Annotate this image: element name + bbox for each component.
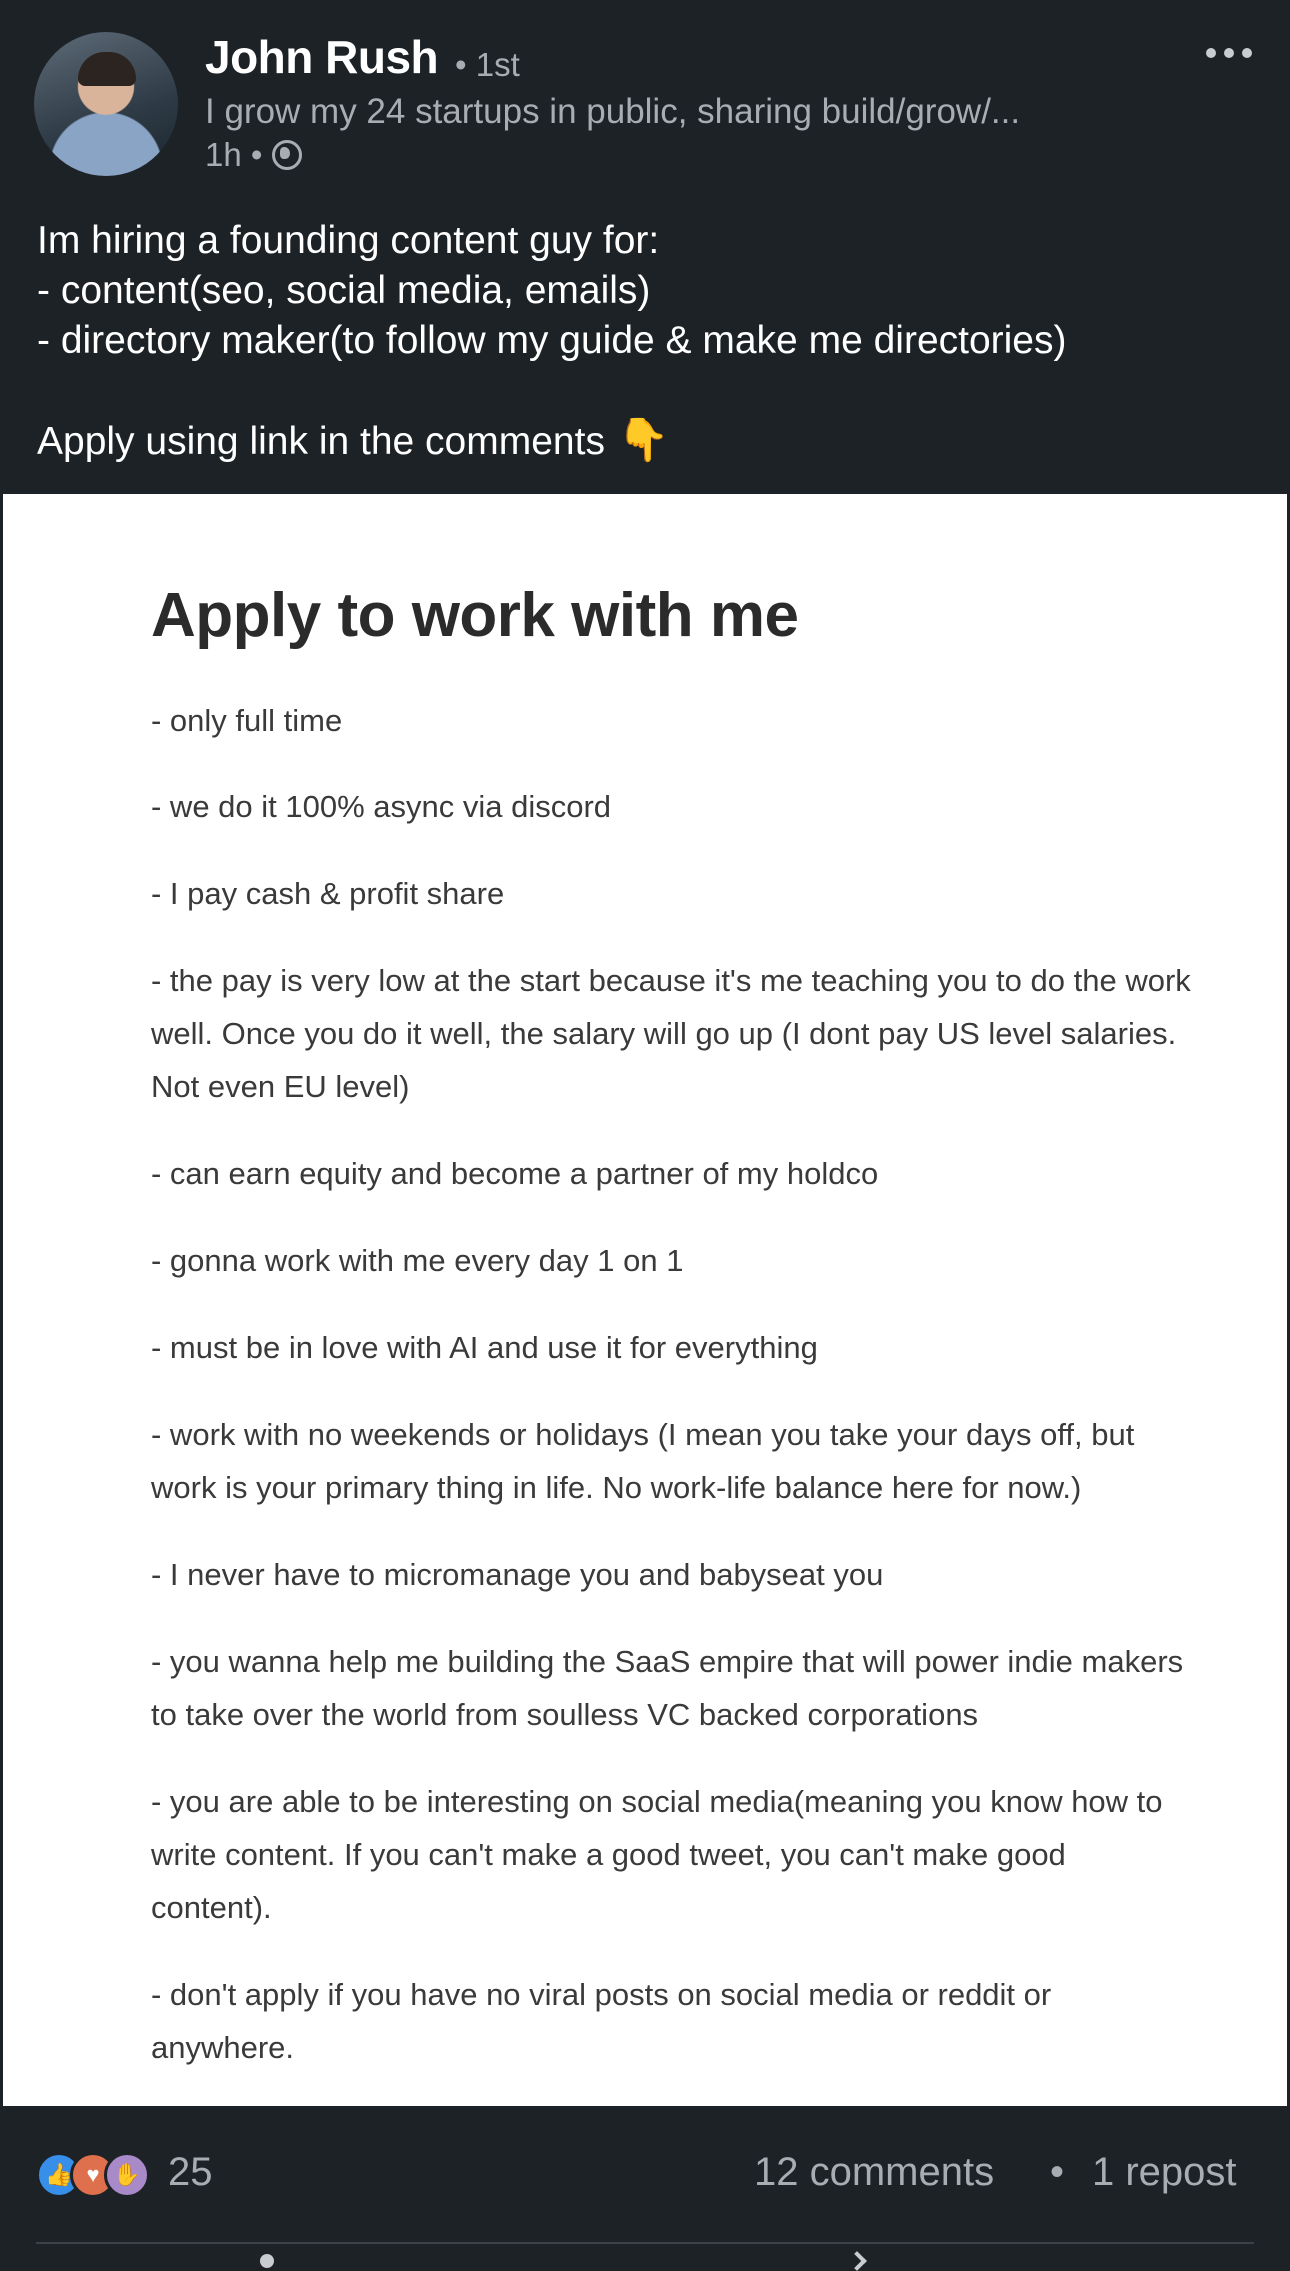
- list-item: - we do it 100% async via discord: [151, 789, 612, 824]
- post-line: Im hiring a founding content guy for:: [37, 219, 660, 262]
- post-cta: Apply using link in the comments 👇: [37, 415, 1277, 465]
- reposts-count[interactable]: 1 repost: [1092, 2150, 1237, 2195]
- list-item: - I pay cash & profit share: [151, 876, 505, 911]
- post-line: - directory maker(to follow my guide & m…: [37, 319, 1067, 362]
- post-image[interactable]: Apply to work with me - only full time -…: [3, 494, 1287, 2106]
- share-action-icon[interactable]: [847, 2251, 867, 2271]
- list-item: - you are able to be interesting on soci…: [151, 1784, 1163, 1925]
- reactions-count[interactable]: 25: [168, 2150, 213, 2195]
- author-avatar[interactable]: [34, 32, 178, 176]
- post-header: John Rush • 1st I grow my 24 startups in…: [0, 0, 1290, 190]
- list-item: - the pay is very low at the start becau…: [151, 963, 1191, 1104]
- list-item: - gonna work with me every day 1 on 1: [151, 1243, 684, 1278]
- post-time: 1h •: [205, 136, 263, 173]
- post-text: Im hiring a founding content guy for: - …: [37, 216, 1277, 465]
- image-title: Apply to work with me: [151, 581, 799, 650]
- post-meta: 1h •: [205, 136, 303, 174]
- author-headline: I grow my 24 startups in public, sharing…: [205, 92, 1021, 131]
- list-item: - I never have to micromanage you and ba…: [151, 1557, 884, 1592]
- social-counts-bar: 👍 ♥ ✋ 25 12 comments • 1 repost: [0, 2106, 1290, 2271]
- list-item: - don't apply if you have no viral posts…: [151, 1977, 1052, 2065]
- author-name[interactable]: John Rush: [205, 30, 439, 84]
- separator-dot: •: [1050, 2150, 1065, 2194]
- post-line: - content(seo, social media, emails): [37, 269, 651, 312]
- more-options-icon[interactable]: [1206, 42, 1256, 64]
- comments-count[interactable]: 12 comments: [754, 2150, 994, 2195]
- post-cta-text: Apply using link in the comments: [37, 420, 605, 463]
- list-item: - must be in love with AI and use it for…: [151, 1330, 818, 1365]
- point-down-emoji: 👇: [616, 416, 670, 463]
- reactions-icons[interactable]: 👍 ♥ ✋: [36, 2152, 150, 2198]
- divider: [36, 2242, 1254, 2244]
- connection-degree: • 1st: [455, 46, 520, 83]
- list-item: - can earn equity and become a partner o…: [151, 1156, 879, 1191]
- list-item: - work with no weekends or holidays (I m…: [151, 1417, 1135, 1505]
- globe-icon: [272, 140, 303, 170]
- list-item: - only full time: [151, 703, 343, 738]
- list-item: - you wanna help me building the SaaS em…: [151, 1644, 1184, 1732]
- support-icon: ✋: [104, 2152, 150, 2198]
- requirements-list: - only full time - we do it 100% async v…: [151, 694, 1191, 2108]
- avatar-hair: [78, 52, 136, 86]
